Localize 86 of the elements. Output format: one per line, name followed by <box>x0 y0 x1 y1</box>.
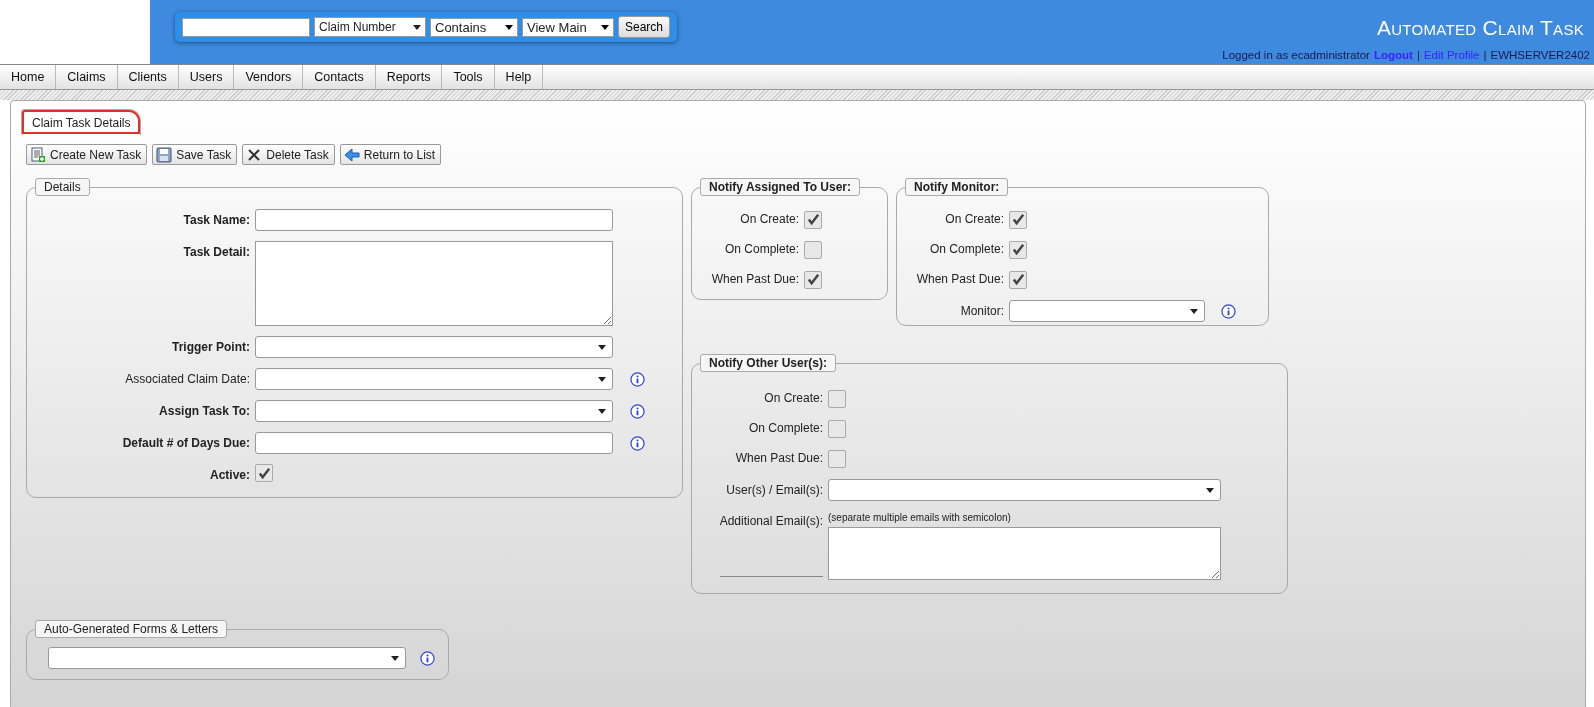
dropdown[interactable] <box>255 368 613 390</box>
separator: | <box>1416 49 1420 61</box>
info-icon[interactable] <box>1221 303 1236 319</box>
dropdown[interactable] <box>828 479 1221 501</box>
field-label: User(s) / Email(s): <box>726 481 823 499</box>
menu-item[interactable]: Home <box>0 65 57 89</box>
text-area[interactable] <box>828 527 1221 580</box>
menu-item[interactable]: Help <box>494 65 544 89</box>
input-field[interactable] <box>255 432 613 454</box>
menu-item[interactable]: Reports <box>375 65 443 89</box>
checkbox[interactable] <box>255 464 273 482</box>
dropdown[interactable] <box>255 400 613 422</box>
menu-item[interactable]: Clients <box>117 65 179 89</box>
view-select[interactable]: View Main <box>522 17 614 37</box>
field-label: Additional Email(s): <box>719 512 823 577</box>
caret-icon <box>598 344 606 350</box>
checkbox[interactable] <box>1009 240 1027 259</box>
caret-icon <box>391 655 399 661</box>
field-label: Monitor: <box>960 302 1004 320</box>
dropdown[interactable] <box>1009 300 1205 322</box>
text-area[interactable] <box>255 241 613 326</box>
dropdown[interactable] <box>48 647 406 669</box>
caret-icon <box>505 24 513 30</box>
option-label: When Past Due: <box>711 271 799 288</box>
info-icon[interactable] <box>630 435 645 451</box>
field-label: Assign Task To: <box>158 403 250 420</box>
field-label: Trigger Point: <box>171 339 250 356</box>
checkbox[interactable] <box>828 449 846 468</box>
document-plus-icon <box>30 146 46 163</box>
field-label: Active: <box>209 467 250 484</box>
hint-text: (separate multiple emails with semicolon) <box>828 512 1012 523</box>
menu-item[interactable]: Users <box>178 65 235 89</box>
search-by-select[interactable]: Claim Number <box>314 17 426 37</box>
field-label: Task Detail: <box>182 244 250 261</box>
input-field[interactable] <box>255 209 613 231</box>
menu-item[interactable]: Tools <box>442 65 495 89</box>
search-button[interactable]: Search <box>618 16 671 38</box>
menu-item[interactable]: Claims <box>56 65 118 89</box>
separator: | <box>1483 49 1487 61</box>
info-icon[interactable] <box>630 403 645 419</box>
caret-icon <box>1206 487 1214 493</box>
close-icon <box>246 146 263 163</box>
section-title: Notify Monitor: <box>905 178 1009 196</box>
user-info-text: EWHSERVER2402 <box>1490 49 1590 61</box>
match-select[interactable]: Contains <box>430 17 518 37</box>
page-title: Automated Claim Task <box>1376 16 1584 40</box>
checkbox[interactable] <box>828 419 846 438</box>
menu-item[interactable]: Vendors <box>234 65 304 89</box>
save-button[interactable]: Save Task <box>152 144 238 165</box>
option-label: On Create: <box>740 211 799 228</box>
menu-item[interactable]: Contacts <box>303 65 376 89</box>
option-label: When Past Due: <box>735 450 823 467</box>
dropdown[interactable] <box>255 336 613 358</box>
delete-button[interactable]: Delete Task <box>242 144 335 165</box>
info-icon[interactable] <box>420 650 435 666</box>
tab[interactable]: Claim Task Details <box>21 109 142 135</box>
checkbox[interactable] <box>804 210 822 229</box>
field-label: Task Name: <box>182 212 250 229</box>
left-arrow-icon <box>343 146 360 163</box>
field-label: Default # of Days Due: <box>121 435 250 452</box>
option-label: On Create: <box>764 390 823 407</box>
option-label: On Create: <box>945 211 1004 228</box>
checkbox[interactable] <box>1009 210 1027 229</box>
section-title: Notify Other User(s): <box>700 354 836 372</box>
checkbox[interactable] <box>828 389 846 408</box>
checkbox[interactable] <box>804 270 822 289</box>
create-button[interactable]: Create New Task <box>26 144 148 165</box>
checkbox[interactable] <box>1009 270 1027 289</box>
caret-icon <box>598 408 606 414</box>
section-title: Auto-Generated Forms & Letters <box>35 620 228 638</box>
section-title: Notify Assigned To User: <box>700 178 860 196</box>
caret-icon <box>601 24 609 30</box>
checkbox[interactable] <box>804 240 822 259</box>
caret-icon <box>1190 308 1198 314</box>
caret-icon <box>413 24 421 30</box>
option-label: On Complete: <box>724 241 799 258</box>
field-label: Associated Claim Date: <box>124 371 250 388</box>
option-label: When Past Due: <box>916 271 1004 288</box>
section-title: Details <box>35 178 90 196</box>
user-info-text: Logged in as ecadministrator <box>1222 49 1370 61</box>
return-button[interactable]: Return to List <box>339 144 442 165</box>
caret-icon <box>598 376 606 382</box>
option-label: On Complete: <box>929 241 1004 258</box>
info-icon[interactable] <box>630 371 645 387</box>
option-label: On Complete: <box>748 420 823 437</box>
search-field[interactable] <box>182 17 310 37</box>
